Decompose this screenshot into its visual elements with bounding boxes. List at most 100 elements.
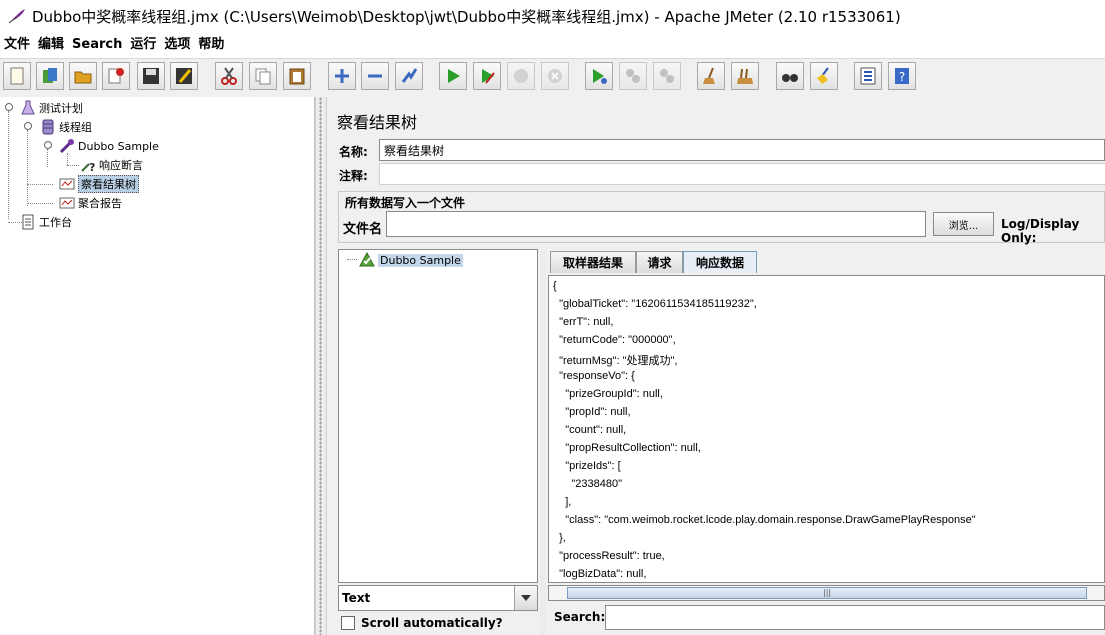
response-line: "prizeIds": [ xyxy=(553,460,621,472)
remote-stop-icon xyxy=(626,69,640,83)
help-button[interactable]: ? xyxy=(888,62,916,90)
remote-start-button[interactable] xyxy=(585,62,613,90)
clear-all-icon xyxy=(737,68,753,84)
response-line: "returnMsg": "处理成功", xyxy=(553,355,678,367)
search-icon xyxy=(782,74,798,82)
test-plan-tree: 测试计划 线程组 Dubbo Sample ? 响应断言 察看结果树 聚合报告 … xyxy=(0,97,315,635)
scroll-auto-checkbox[interactable] xyxy=(341,616,355,630)
remote-stop-button[interactable] xyxy=(619,62,647,90)
save-as-button[interactable] xyxy=(170,62,198,90)
clear-icon xyxy=(703,67,715,84)
response-line: "errT": null, xyxy=(553,316,614,328)
name-label: 名称: xyxy=(339,145,368,159)
tree-node-aggregate-report[interactable]: 聚合报告 xyxy=(59,194,122,212)
reset-search-button[interactable] xyxy=(810,62,838,90)
toolbar: ? xyxy=(0,58,1105,98)
close-button[interactable] xyxy=(102,62,130,90)
comment-field[interactable] xyxy=(379,163,1105,185)
result-node-dubbo-sample[interactable]: Dubbo Sample xyxy=(359,251,463,269)
paste-button[interactable] xyxy=(283,62,311,90)
menu-file[interactable]: 文件 xyxy=(0,34,34,56)
remote-shutdown-icon xyxy=(660,69,674,83)
search-button[interactable] xyxy=(776,62,804,90)
reset-search-icon xyxy=(817,67,829,84)
toggle-button[interactable] xyxy=(395,62,423,90)
shutdown-icon xyxy=(548,69,562,83)
tab-sampler-result[interactable]: 取样器结果 xyxy=(550,251,636,273)
response-line: "logBizData": null, xyxy=(553,568,647,580)
clear-button[interactable] xyxy=(697,62,725,90)
pane-splitter[interactable] xyxy=(315,97,327,635)
tree-node-dubbo-sample[interactable]: Dubbo Sample xyxy=(59,137,159,155)
start-button[interactable] xyxy=(439,62,467,90)
response-line: "count": null, xyxy=(553,424,627,436)
renderer-select[interactable]: Text xyxy=(338,585,538,611)
search-input[interactable] xyxy=(605,605,1105,630)
response-data-text[interactable]: { "globalTicket": "1620611534185119232",… xyxy=(548,275,1105,583)
chevron-down-icon[interactable] xyxy=(514,586,537,610)
collapse-button[interactable] xyxy=(361,62,389,90)
response-line: "processResult": true, xyxy=(553,550,665,562)
name-field[interactable]: 察看结果树 xyxy=(379,139,1105,161)
expand-button[interactable] xyxy=(328,62,356,90)
jmeter-feather-icon xyxy=(8,8,26,24)
tree-node-label: Dubbo Sample xyxy=(78,139,159,153)
cut-icon xyxy=(221,67,237,85)
window-title: Dubbo中奖概率线程组.jmx (C:\Users\Weimob\Deskto… xyxy=(32,8,901,26)
tree-node-test-plan[interactable]: 测试计划 xyxy=(20,99,83,117)
clear-all-button[interactable] xyxy=(731,62,759,90)
success-icon xyxy=(359,251,375,268)
scroll-auto-label: Scroll automatically? xyxy=(361,616,503,630)
tree-node-label: 察看结果树 xyxy=(78,175,139,193)
copy-button[interactable] xyxy=(249,62,277,90)
result-node-label: Dubbo Sample xyxy=(378,253,463,267)
log-display-only-label: Log/Display Only: xyxy=(1001,217,1080,245)
renderer-value: Text xyxy=(342,591,371,605)
scrollbar-thumb[interactable]: ||| xyxy=(567,587,1087,599)
tree-node-thread-group[interactable]: 线程组 xyxy=(40,118,92,136)
menu-edit[interactable]: 编辑 xyxy=(34,34,68,56)
search-label: Search: xyxy=(554,610,606,624)
start-icon xyxy=(448,69,460,83)
function-helper-button[interactable] xyxy=(854,62,882,90)
tree-node-view-results-tree[interactable]: 察看结果树 xyxy=(59,175,139,193)
tree-node-label: 响应断言 xyxy=(99,159,143,172)
stop-button[interactable] xyxy=(507,62,535,90)
response-line: "responseVo": { xyxy=(553,370,635,382)
results-splitter[interactable] xyxy=(540,249,546,635)
start-no-pauses-button[interactable] xyxy=(473,62,501,90)
templates-button[interactable] xyxy=(36,62,64,90)
menu-help[interactable]: 帮助 xyxy=(194,34,228,56)
cut-button[interactable] xyxy=(215,62,243,90)
browse-button[interactable]: 浏览... xyxy=(933,212,994,236)
filename-input[interactable] xyxy=(386,211,926,237)
toggle-icon xyxy=(401,68,418,83)
horizontal-scrollbar[interactable]: ||| xyxy=(548,585,1105,601)
tree-node-workbench[interactable]: 工作台 xyxy=(20,213,72,231)
expand-icon xyxy=(335,69,349,83)
new-button[interactable] xyxy=(3,62,31,90)
new-icon xyxy=(10,67,24,85)
open-button[interactable] xyxy=(69,62,97,90)
templates-icon xyxy=(43,68,57,83)
response-line: "globalTicket": "1620611534185119232", xyxy=(553,298,757,310)
help-icon: ? xyxy=(895,68,909,84)
copy-icon xyxy=(255,68,271,85)
menu-search[interactable]: Search xyxy=(68,34,126,56)
save-button[interactable] xyxy=(137,62,165,90)
response-line: }, xyxy=(553,532,566,544)
menu-options[interactable]: 选项 xyxy=(160,34,194,56)
tab-request[interactable]: 请求 xyxy=(636,251,683,273)
shutdown-button[interactable] xyxy=(541,62,569,90)
comment-label: 注释: xyxy=(339,169,368,183)
save-icon xyxy=(143,68,159,84)
close-icon xyxy=(108,68,124,84)
tab-response-data[interactable]: 响应数据 xyxy=(683,251,757,273)
tree-node-label: 工作台 xyxy=(39,216,72,229)
filename-label: 文件名 xyxy=(343,222,383,237)
clipboard-icon xyxy=(20,214,36,230)
response-line: { xyxy=(553,280,557,292)
remote-shutdown-button[interactable] xyxy=(653,62,681,90)
tree-node-response-assertion[interactable]: ? 响应断言 xyxy=(80,156,143,174)
menu-run[interactable]: 运行 xyxy=(126,34,160,56)
